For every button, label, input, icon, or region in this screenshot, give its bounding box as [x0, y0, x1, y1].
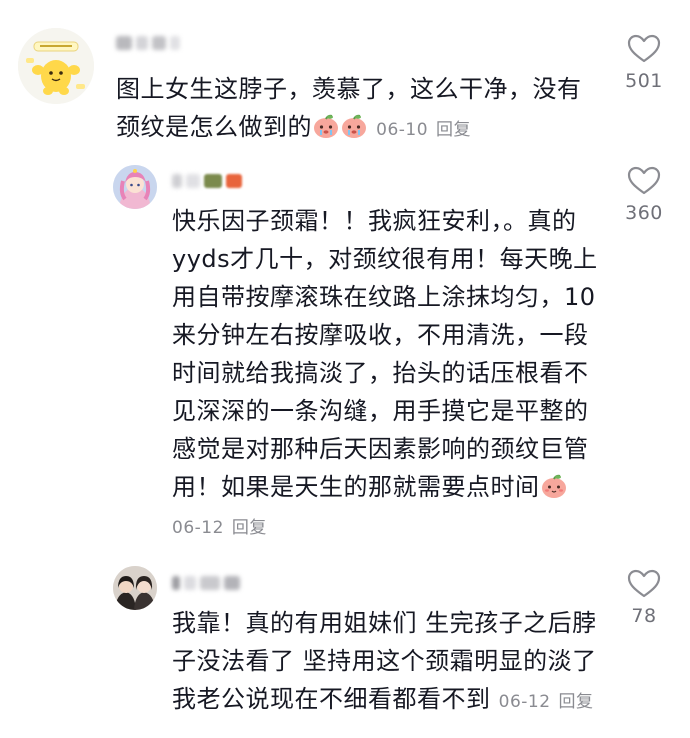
comment-meta: 06-12 回复: [172, 518, 267, 538]
comment-date: 06-10: [376, 120, 429, 140]
avatar[interactable]: [113, 566, 157, 610]
peach-emoji: [540, 472, 568, 500]
crying-peach-emoji: [312, 112, 340, 140]
like-count: 78: [631, 605, 657, 627]
heart-outline-icon: [627, 34, 661, 63]
comment-text[interactable]: 图上女生这脖子，羡慕了，这么干净，没有颈纹是怎么做到的 06-10 回复: [116, 70, 596, 149]
like-button[interactable]: 78: [604, 569, 684, 627]
crying-peach-emoji: [340, 112, 368, 140]
comment-date: 06-12: [498, 692, 551, 712]
comment-text[interactable]: 我靠！真的有用姐妹们 生完孩子之后脖子没法看了 坚持用这个颈霜明显的淡了我老公说…: [172, 604, 608, 721]
username[interactable]: •••: [172, 170, 277, 192]
heart-outline-icon: [627, 569, 661, 598]
reply-button[interactable]: 回复: [436, 120, 471, 140]
reply-button[interactable]: 回复: [232, 518, 267, 538]
comment-body: 快乐因子颈霜！！我疯狂安利，。真的yyds才几十，对颈纹很有用！每天晚上用自带按…: [172, 207, 598, 501]
username[interactable]: •••: [116, 32, 215, 54]
heart-outline-icon: [627, 166, 661, 195]
comment-meta: 06-10 回复: [376, 120, 471, 140]
avatar[interactable]: [18, 28, 94, 104]
avatar[interactable]: [113, 165, 157, 209]
like-count: 501: [625, 70, 663, 92]
reply-button[interactable]: 回复: [559, 692, 594, 712]
comment-text[interactable]: 快乐因子颈霜！！我疯狂安利，。真的yyds才几十，对颈纹很有用！每天晚上用自带按…: [172, 202, 608, 547]
username[interactable]: •••: [172, 572, 275, 594]
comment-date: 06-12: [172, 518, 224, 538]
comment-meta: 06-12 回复: [499, 692, 594, 712]
like-button[interactable]: 501: [604, 34, 684, 92]
like-count: 360: [625, 202, 663, 224]
like-button[interactable]: 360: [604, 166, 684, 224]
